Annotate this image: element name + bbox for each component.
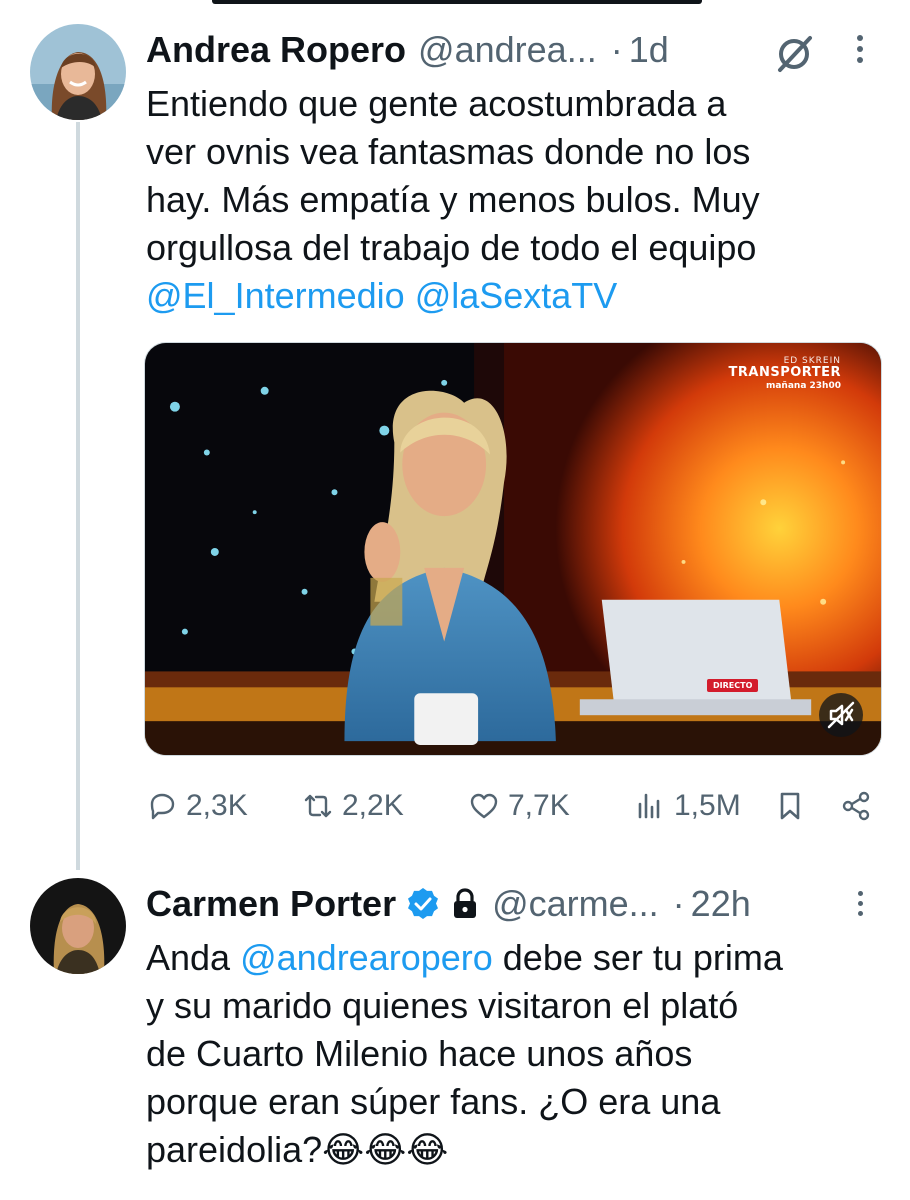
reply-icon — [150, 793, 175, 820]
live-badge: DIRECTO — [707, 679, 759, 692]
tweet-header: Carmen Porter @carme... · 22h — [146, 876, 751, 932]
avatar-carmen-porter[interactable] — [30, 878, 126, 974]
repost-button[interactable]: 2,2K — [302, 786, 404, 826]
text-segment: Anda — [146, 937, 241, 978]
tweet-header: Andrea Ropero @andrea... · 1d — [146, 22, 669, 78]
lock-icon — [454, 888, 477, 918]
mentions-line: @El_Intermedio @laSextaTV — [146, 272, 886, 320]
tv-promo-overlay: ED SKREIN TRANSPORTER mañana 23h00 — [728, 356, 841, 392]
mute-icon[interactable] — [819, 693, 863, 737]
tweet-text-line: Entiendo que gente acostumbrada a — [146, 83, 727, 124]
reply-count: 2,3K — [186, 789, 248, 822]
mention-link[interactable]: @El_Intermedio — [146, 275, 405, 316]
share-icon — [842, 791, 870, 821]
like-count: 7,7K — [508, 789, 570, 822]
text-segment: debe ser tu prima — [492, 937, 783, 978]
tweet-text-line: y su marido quienes visitaron el plató — [146, 985, 739, 1026]
tweet-andrea-ropero[interactable]: Andrea Ropero @andrea... · 1d Entiendo q… — [0, 0, 910, 860]
repost-count: 2,2K — [342, 789, 404, 822]
author-handle[interactable]: @carme... — [492, 883, 659, 925]
bookmark-icon — [780, 792, 800, 820]
verified-badge-icon — [408, 887, 439, 919]
grok-icon[interactable] — [772, 32, 816, 76]
mention-link[interactable]: @andrearopero — [240, 937, 493, 978]
tweet-text-line: Anda @andrearopero debe ser tu prima — [146, 934, 886, 982]
avatar-andrea-ropero[interactable] — [30, 24, 126, 120]
more-icon[interactable] — [848, 886, 872, 926]
tweet-video[interactable]: ED SKREIN TRANSPORTER mañana 23h00 DIREC… — [144, 342, 882, 756]
author-handle[interactable]: @andrea... — [418, 29, 597, 71]
tweet-text: Anda @andrearopero debe ser tu prima y s… — [146, 934, 886, 1174]
tweet-text-line: hay. Más empatía y menos bulos. Muy — [146, 179, 760, 220]
tweet-text-line: de Cuarto Milenio hace unos años — [146, 1033, 693, 1074]
author-name[interactable]: Andrea Ropero — [146, 29, 406, 71]
mention-link[interactable]: @laSextaTV — [415, 275, 618, 316]
tweet-text-line: ver ovnis vea fantasmas donde no los — [146, 131, 751, 172]
views-count: 1,5M — [674, 789, 741, 822]
promo-line: TRANSPORTER — [728, 365, 841, 381]
text-segment: pareidolia? — [146, 1129, 323, 1170]
reply-button[interactable]: 2,3K — [146, 786, 248, 826]
views-icon — [638, 793, 660, 819]
share-button[interactable] — [840, 786, 872, 826]
tweet-text: Entiendo que gente acostumbrada a ver ov… — [146, 80, 886, 320]
promo-line: mañana 23h00 — [765, 381, 841, 392]
tweet-timestamp[interactable]: 22h — [691, 883, 751, 925]
like-icon — [470, 793, 498, 819]
bookmark-button[interactable] — [774, 786, 806, 826]
video-frame — [145, 343, 881, 755]
separator-dot: · — [610, 29, 623, 70]
separator-dot: · — [672, 883, 685, 924]
repost-icon — [304, 794, 332, 818]
tweet-actions: 2,3K 2,2K 7,7K 1,5M — [146, 786, 886, 826]
tweet-text-line: orgullosa del trabajo de todo el equipo — [146, 227, 757, 268]
views-button[interactable]: 1,5M — [634, 786, 741, 826]
tweet-text-line: porque eran súper fans. ¿O era una — [146, 1081, 721, 1122]
author-name[interactable]: Carmen Porter — [146, 883, 396, 925]
tweet-text-line: pareidolia?😂😂😂 — [146, 1126, 886, 1174]
like-button[interactable]: 7,7K — [468, 786, 570, 826]
tweet-timestamp[interactable]: 1d — [629, 29, 669, 71]
promo-line: ED SKREIN — [783, 356, 841, 366]
more-icon[interactable] — [848, 30, 872, 78]
laughing-emoji: 😂😂😂 — [322, 1129, 449, 1170]
